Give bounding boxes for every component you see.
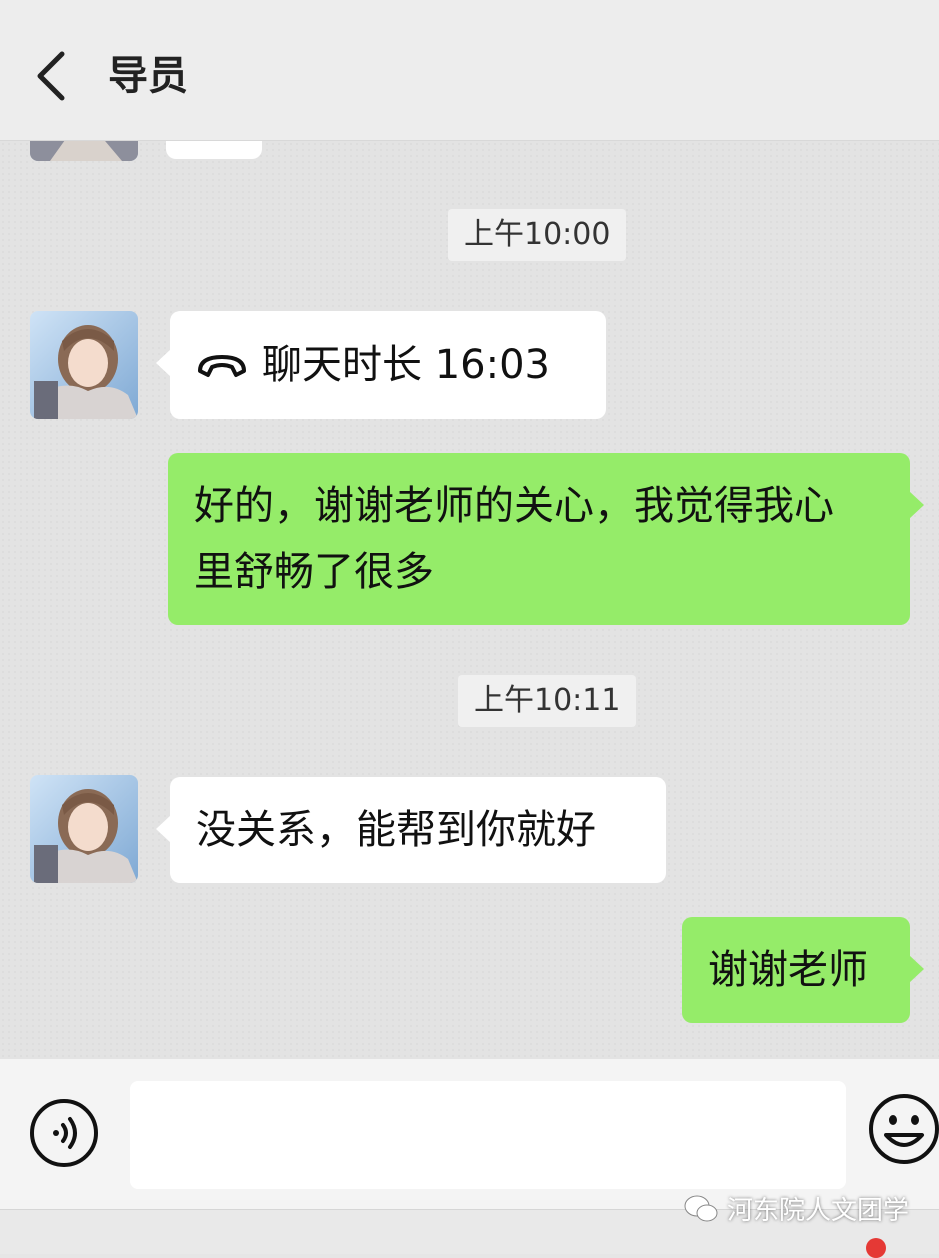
- partial-message-bubble: [166, 141, 262, 159]
- contact-avatar[interactable]: [30, 141, 138, 161]
- timestamp: 上午10:00: [448, 209, 627, 261]
- message-line: 里舒畅了很多: [194, 549, 434, 595]
- wechat-logo-icon: [684, 1195, 718, 1221]
- notification-badge: [866, 1238, 886, 1258]
- message-input[interactable]: [130, 1081, 846, 1189]
- contact-avatar[interactable]: [30, 775, 138, 883]
- voice-icon[interactable]: [28, 1097, 100, 1169]
- call-record-bubble[interactable]: 聊天时长 16:03: [156, 311, 606, 419]
- input-bar: [0, 1059, 939, 1209]
- chat-header: 导员: [0, 0, 939, 141]
- message-line: 好的，谢谢老师的关心，我觉得我心: [194, 483, 834, 529]
- smiley-icon[interactable]: [866, 1091, 939, 1171]
- chevron-left-icon[interactable]: [30, 48, 74, 104]
- outgoing-message-bubble[interactable]: 谢谢老师: [682, 917, 924, 1023]
- chat-title: 导员: [108, 53, 188, 99]
- outgoing-message-bubble[interactable]: 好的，谢谢老师的关心，我觉得我心 里舒畅了很多: [168, 453, 924, 625]
- phone-hangup-icon: [198, 355, 246, 377]
- watermark: 河东院人文团学: [683, 1190, 909, 1227]
- timestamp: 上午10:11: [458, 675, 637, 727]
- message-text: 谢谢老师: [708, 947, 868, 993]
- contact-avatar[interactable]: [30, 311, 138, 419]
- watermark-text: 河东院人文团学: [726, 1196, 909, 1226]
- message-list[interactable]: 上午10:00 聊天时长 16:03 好的，谢谢老师的关心，我觉得我心 里舒畅了…: [0, 141, 939, 1059]
- message-text: 没关系，能帮到你就好: [196, 807, 596, 853]
- call-duration-text: 聊天时长 16:03: [262, 342, 550, 388]
- incoming-message-bubble[interactable]: 没关系，能帮到你就好: [156, 777, 666, 883]
